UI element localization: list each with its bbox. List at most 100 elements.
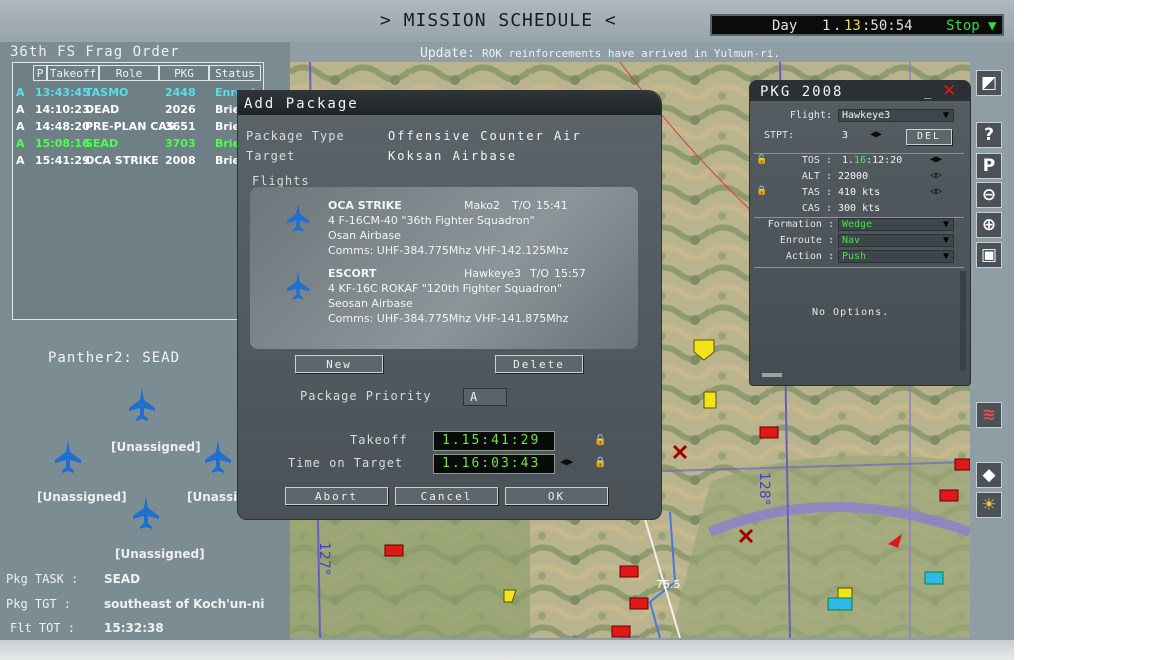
chevron-down-icon: ▼ bbox=[942, 219, 949, 230]
cell-p: A bbox=[16, 154, 25, 167]
delete-steerpoint-button[interactable]: DEL bbox=[906, 129, 952, 145]
time-stepper-icon[interactable]: ◀▶ bbox=[560, 455, 573, 468]
cas-value: 300 kts bbox=[838, 203, 881, 214]
tos-hours: 16 bbox=[854, 155, 867, 166]
flights-label: Flights bbox=[252, 174, 310, 188]
target-value[interactable]: Koksan Airbase bbox=[388, 149, 517, 163]
package-button[interactable]: P bbox=[976, 153, 1002, 179]
flight-to-label: T/O bbox=[512, 199, 532, 212]
tas-stepper-icon[interactable]: ◁▷ bbox=[930, 186, 942, 197]
formation-dropdown[interactable]: Wedge ▼ bbox=[838, 218, 954, 231]
table-row[interactable]: A14:10:23DEAD2026Briefing bbox=[13, 102, 263, 118]
flight-label: Flight: bbox=[789, 110, 832, 121]
cell-pkg: 3651 bbox=[165, 120, 196, 133]
tos-stepper-icon[interactable]: ◀▶ bbox=[930, 154, 942, 165]
slot-unassigned-1[interactable]: [Unassigned] bbox=[111, 440, 201, 454]
zoom-out-icon[interactable]: ⊖ bbox=[976, 182, 1002, 208]
pkg-task-value: SEAD bbox=[104, 572, 141, 586]
table-row[interactable]: A13:43:45TASMO2448Enroute bbox=[13, 85, 263, 101]
slot-unassigned-3[interactable]: [Unassigned] bbox=[187, 490, 237, 504]
chevron-down-icon: ▼ bbox=[942, 251, 949, 262]
flights-list[interactable]: OCA STRIKE Mako2 T/O 15:41 4 F-16CM-40 "… bbox=[250, 187, 638, 349]
weather-icon[interactable]: ☀ bbox=[976, 492, 1002, 518]
table-row[interactable]: A15:08:16SEAD3703Briefing bbox=[13, 136, 263, 152]
cell-takeoff: 15:08:16 bbox=[35, 137, 90, 150]
col-header-takeoff[interactable]: Takeoff bbox=[47, 65, 99, 81]
stpt-stepper-icon[interactable]: ◀▶ bbox=[870, 129, 882, 140]
airspeed-marker: 75.5 bbox=[656, 578, 681, 591]
cancel-button[interactable]: Cancel bbox=[395, 487, 498, 505]
pkg-target-value: southeast of Koch'un-ni bbox=[104, 597, 265, 611]
resize-handle[interactable] bbox=[762, 373, 782, 377]
dialog-title: Add Package bbox=[244, 96, 359, 112]
lock-icon[interactable]: 🔓 bbox=[756, 155, 767, 165]
jet-icon[interactable] bbox=[204, 440, 232, 474]
enroute-dropdown[interactable]: Nav ▼ bbox=[838, 234, 954, 247]
action-dropdown[interactable]: Push ▼ bbox=[838, 250, 954, 263]
close-icon[interactable]: ✕ bbox=[942, 81, 956, 101]
help-button[interactable]: ? bbox=[976, 122, 1002, 148]
new-flight-button[interactable]: New bbox=[295, 355, 383, 373]
cell-p: A bbox=[16, 86, 25, 99]
delete-flight-button[interactable]: Delete bbox=[495, 355, 583, 373]
scrollbar[interactable] bbox=[960, 271, 966, 371]
jet-icon[interactable] bbox=[54, 440, 82, 474]
table-row[interactable]: A14:48:20PRE-PLAN CAS3651Briefing bbox=[13, 119, 263, 135]
flight-name: Panther2: SEAD bbox=[48, 350, 181, 366]
tot-time-display[interactable]: 1.16:03:43 bbox=[433, 454, 555, 474]
action-dropdown-value: Push bbox=[842, 251, 867, 262]
col-header-p[interactable]: P bbox=[33, 65, 47, 81]
panel-header: PKG 2008 _ ✕ bbox=[750, 81, 970, 101]
ground-units-icon[interactable]: ◆ bbox=[976, 462, 1002, 488]
clock-day-label: Day bbox=[772, 18, 798, 34]
lock-icon[interactable]: 🔒 bbox=[594, 457, 606, 468]
minimize-icon[interactable]: _ bbox=[924, 85, 931, 99]
jet-icon bbox=[286, 203, 310, 232]
jet-icon[interactable] bbox=[128, 388, 156, 422]
tos-label: TOS : bbox=[801, 155, 832, 166]
tas-value: 410 kts bbox=[838, 187, 881, 198]
chevron-down-icon[interactable]: ▼ bbox=[988, 18, 996, 34]
zoom-in-icon[interactable]: ⊕ bbox=[976, 212, 1002, 238]
flight-aircraft: 4 F-16CM-40 "36th Fighter Squadron" bbox=[328, 214, 535, 227]
takeoff-time-display[interactable]: 1.15:41:29 bbox=[433, 431, 555, 451]
col-header-role[interactable]: Role bbox=[99, 65, 159, 81]
chevron-down-icon: ▼ bbox=[942, 110, 949, 121]
col-header-status[interactable]: Status bbox=[209, 65, 261, 81]
page-title: > MISSION SCHEDULE < bbox=[380, 10, 617, 31]
col-header-pkg[interactable]: PKG bbox=[159, 65, 209, 81]
tos-value: 1.16:12:20 bbox=[842, 155, 902, 166]
map-corner-tool-icon[interactable]: ◩ bbox=[976, 70, 1002, 96]
flight-aircraft: 4 KF-16C ROKAF "120th Fighter Squadron" bbox=[328, 282, 563, 295]
cell-pkg: 2026 bbox=[165, 103, 196, 116]
grid-label-127: 127° bbox=[316, 542, 332, 576]
clock-day: 1 bbox=[822, 18, 831, 34]
cas-label: CAS : bbox=[801, 203, 832, 214]
abort-button[interactable]: Abort bbox=[285, 487, 388, 505]
package-type-value[interactable]: Offensive Counter Air bbox=[388, 129, 582, 143]
stpt-label: STPT: bbox=[764, 130, 795, 141]
threat-layer-icon[interactable]: ≋ bbox=[976, 402, 1002, 428]
fit-view-icon[interactable]: ▣ bbox=[976, 242, 1002, 268]
alt-stepper-icon[interactable]: ◁▷ bbox=[930, 170, 942, 181]
package-priority-select[interactable]: A bbox=[463, 388, 507, 406]
clock-hours: 13 bbox=[844, 18, 861, 34]
lock-icon[interactable]: 🔓 bbox=[594, 435, 606, 446]
flight-dropdown-value: Hawkeye3 bbox=[842, 110, 891, 121]
lock-icon[interactable]: 🔒 bbox=[756, 186, 767, 196]
jet-icon[interactable] bbox=[132, 496, 160, 530]
clock-state-button[interactable]: Stop bbox=[946, 18, 980, 34]
slot-unassigned-2[interactable]: [Unassigned] bbox=[37, 490, 127, 504]
ok-button[interactable]: OK bbox=[505, 487, 608, 505]
table-row[interactable]: A15:41:29OCA STRIKE2008Briefing bbox=[13, 153, 263, 169]
cell-pkg: 3703 bbox=[165, 137, 196, 150]
flight-dropdown[interactable]: Hawkeye3 ▼ bbox=[838, 109, 954, 122]
slot-unassigned-4[interactable]: [Unassigned] bbox=[115, 547, 205, 561]
jet-icon bbox=[286, 271, 310, 300]
flight-to-time: 15:41 bbox=[536, 199, 568, 212]
stpt-value: 3 bbox=[842, 130, 849, 141]
package-panel: PKG 2008 _ ✕ Flight: Hawkeye3 ▼ STPT: 3 ◀… bbox=[749, 80, 971, 386]
target-label: Target bbox=[246, 149, 296, 163]
enroute-label: Enroute : bbox=[779, 235, 834, 246]
options-text: No Options. bbox=[812, 307, 890, 318]
